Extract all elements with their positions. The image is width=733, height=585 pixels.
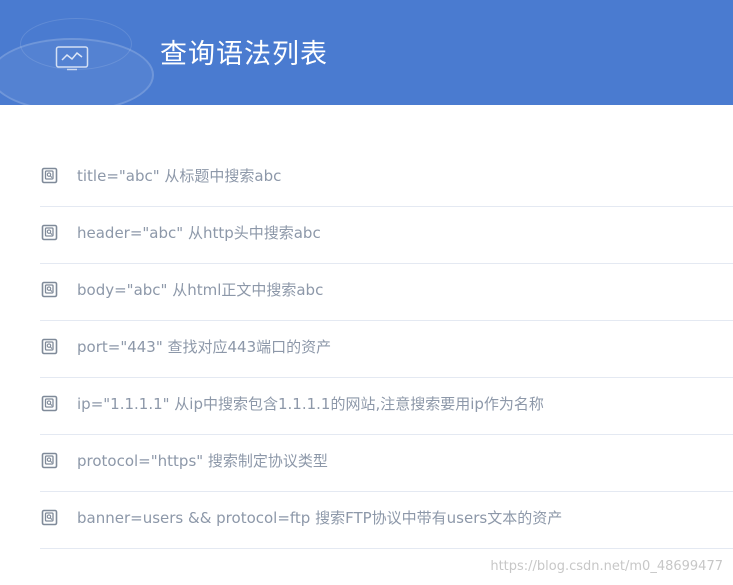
syntax-list: title="abc" 从标题中搜索abc header="abc" 从http…: [40, 150, 733, 549]
monitor-chart-icon: [55, 46, 89, 71]
syntax-item-label: header="abc" 从http头中搜索abc: [77, 224, 321, 242]
syntax-item-label: body="abc" 从html正文中搜索abc: [77, 281, 324, 299]
book-search-icon: [41, 338, 58, 355]
syntax-list-item[interactable]: protocol="https" 搜索制定协议类型: [40, 435, 733, 492]
syntax-item-label: title="abc" 从标题中搜索abc: [77, 167, 282, 185]
syntax-list-item[interactable]: title="abc" 从标题中搜索abc: [40, 150, 733, 207]
syntax-list-item[interactable]: banner=users && protocol=ftp 搜索FTP协议中带有u…: [40, 492, 733, 549]
book-search-icon: [41, 395, 58, 412]
syntax-item-label: protocol="https" 搜索制定协议类型: [77, 452, 328, 470]
book-search-icon: [41, 452, 58, 469]
watermark-text: https://blog.csdn.net/m0_48699477: [490, 559, 723, 574]
syntax-list-item[interactable]: ip="1.1.1.1" 从ip中搜索包含1.1.1.1的网站,注意搜索要用ip…: [40, 378, 733, 435]
page-title: 查询语法列表: [160, 39, 328, 70]
syntax-item-label: ip="1.1.1.1" 从ip中搜索包含1.1.1.1的网站,注意搜索要用ip…: [77, 395, 544, 413]
syntax-list-item[interactable]: header="abc" 从http头中搜索abc: [40, 207, 733, 264]
book-search-icon: [41, 224, 58, 241]
book-search-icon: [41, 167, 58, 184]
syntax-item-label: banner=users && protocol=ftp 搜索FTP协议中带有u…: [77, 509, 563, 527]
book-search-icon: [41, 509, 58, 526]
syntax-list-item[interactable]: port="443" 查找对应443端口的资产: [40, 321, 733, 378]
syntax-list-item[interactable]: body="abc" 从html正文中搜索abc: [40, 264, 733, 321]
syntax-item-label: port="443" 查找对应443端口的资产: [77, 338, 332, 356]
page-header: 查询语法列表: [0, 0, 733, 105]
book-search-icon: [41, 281, 58, 298]
